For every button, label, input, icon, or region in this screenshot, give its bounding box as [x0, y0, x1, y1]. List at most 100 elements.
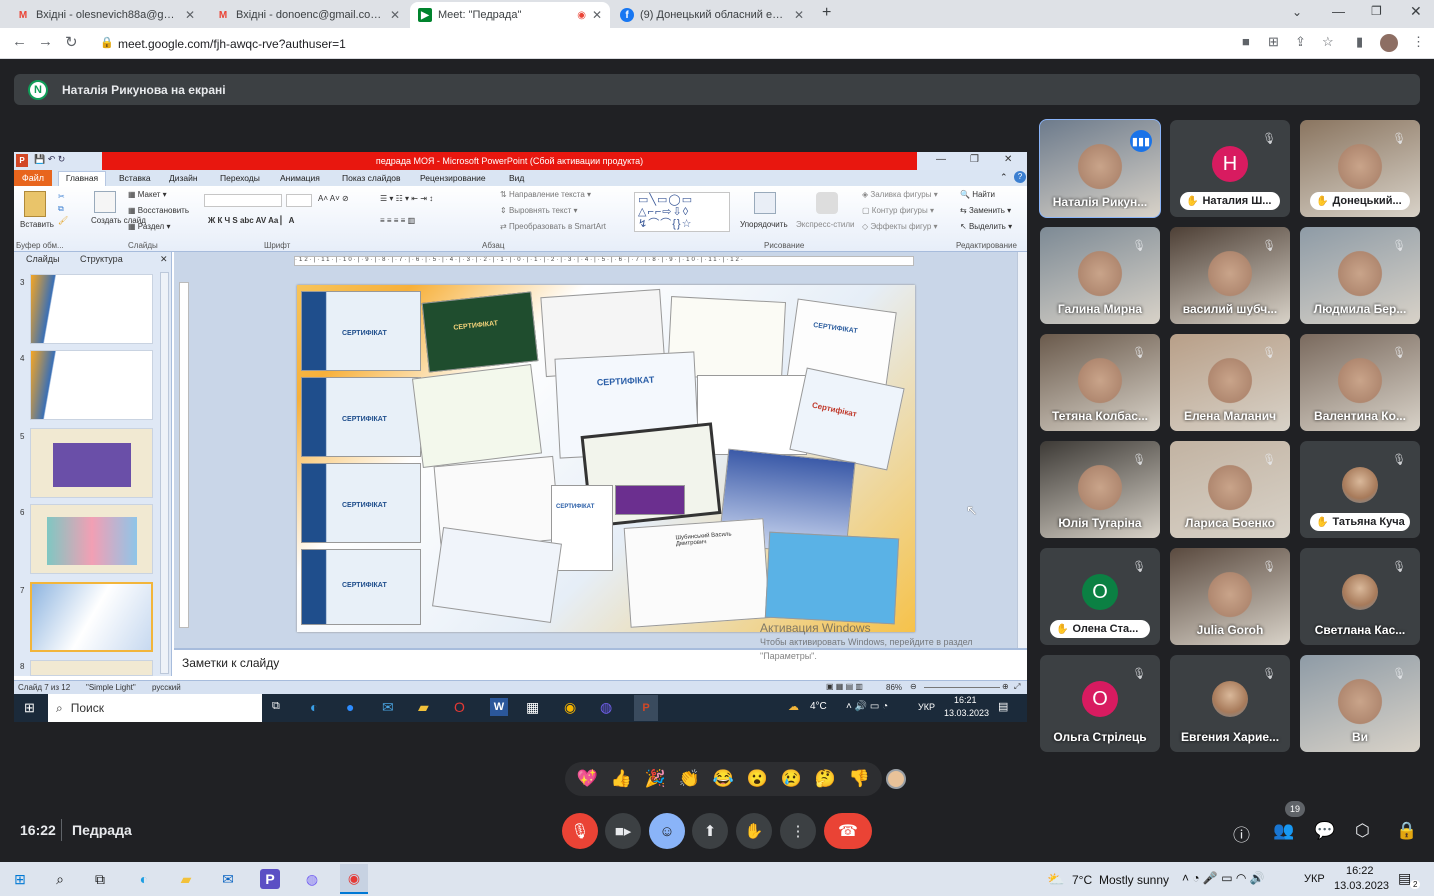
- reload-icon[interactable]: ↻: [65, 33, 78, 51]
- tab-search-icon[interactable]: ⌄: [1292, 5, 1302, 19]
- participant-tile[interactable]: 🎙 Тетяна Колбас...: [1040, 334, 1160, 431]
- edge-icon[interactable]: ◐: [134, 869, 154, 889]
- smartart-button[interactable]: ⇄ Преобразовать в SmartArt: [500, 222, 606, 231]
- tray-icons[interactable]: ˄ 🔊 ▭ ◔: [846, 701, 888, 712]
- new-tab-icon[interactable]: +: [822, 4, 831, 22]
- slide-thumbnail-5[interactable]: [30, 428, 153, 498]
- skin-tone-button[interactable]: [886, 769, 906, 789]
- translate-icon[interactable]: ⊞: [1268, 34, 1279, 50]
- viber-icon[interactable]: ◍: [600, 699, 612, 716]
- reaction-emoji[interactable]: 😂: [709, 765, 738, 794]
- align-buttons[interactable]: ≡ ≡ ≡ ≡ ▥: [380, 216, 415, 225]
- opera-icon[interactable]: O: [454, 699, 465, 715]
- tab-home[interactable]: Главная: [58, 171, 106, 186]
- forward-icon[interactable]: →: [38, 33, 53, 50]
- close-tab-icon[interactable]: ✕: [390, 8, 400, 22]
- search-icon[interactable]: ⌕: [50, 869, 70, 889]
- people-icon[interactable]: 👥: [1273, 821, 1294, 841]
- tray-icons[interactable]: ˄ ◔ 🎤 ▭ ◠ 🔊: [1182, 871, 1265, 885]
- reactions-button[interactable]: ☺: [649, 813, 685, 849]
- address-bar[interactable]: 🔒 meet.google.com/fjh-awqc-rve?authuser=…: [92, 32, 1232, 55]
- minimize-icon[interactable]: —: [1332, 4, 1345, 19]
- browser-tab-gmail-1[interactable]: M Вхідні - olesnevich88a@gmail.co ✕: [8, 2, 203, 28]
- pp-close-icon[interactable]: ✕: [1004, 154, 1012, 165]
- shape-fill-button[interactable]: ◈ Заливка фигуры ▾: [862, 190, 938, 199]
- powerpoint-task-icon[interactable]: P: [634, 695, 658, 721]
- close-window-icon[interactable]: ✕: [1410, 3, 1422, 20]
- participant-tile[interactable]: 🎙 василий шубч...: [1170, 227, 1290, 324]
- zoom-slider[interactable]: [924, 687, 1000, 688]
- participant-tile[interactable]: 🎙 Людмила Бер...: [1300, 227, 1420, 324]
- participant-tile[interactable]: 🎙 ✋ Донецький...: [1300, 120, 1420, 217]
- arrange-button[interactable]: Упорядочить: [740, 220, 788, 229]
- reaction-emoji[interactable]: 👍: [607, 765, 636, 794]
- participant-tile[interactable]: 🎙 Лариса Боенко: [1170, 441, 1290, 538]
- viber-icon[interactable]: ◍: [302, 869, 322, 889]
- reaction-emoji[interactable]: 😢: [777, 765, 806, 794]
- participant-tile[interactable]: 🎙 Юлія Тугаріна: [1040, 441, 1160, 538]
- tab-transitions[interactable]: Переходы: [220, 173, 260, 183]
- profile-avatar[interactable]: [1380, 34, 1398, 52]
- ribbon-collapse-icon[interactable]: ⌃: [1000, 172, 1008, 183]
- shape-effects-button[interactable]: ◇ Эффекты фигур ▾: [862, 222, 938, 231]
- mail-icon[interactable]: ✉: [218, 869, 238, 889]
- align-text-button[interactable]: ⇕ Выровнять текст ▾: [500, 206, 578, 215]
- close-tab-icon[interactable]: ✕: [794, 8, 804, 22]
- windows-start-icon[interactable]: ⊞: [24, 700, 35, 716]
- find-button[interactable]: 🔍 Найти: [960, 190, 995, 199]
- cut-icon[interactable]: ✂: [58, 192, 65, 201]
- quick-styles-icon[interactable]: [816, 192, 838, 214]
- paste-icon[interactable]: [24, 191, 46, 217]
- chrome-icon[interactable]: ◉: [340, 864, 368, 894]
- more-options-button[interactable]: ⋮: [780, 813, 816, 849]
- participant-tile[interactable]: Н 🎙 ✋ Наталия Ш...: [1170, 120, 1290, 217]
- side-panel-icon[interactable]: ▮: [1356, 34, 1363, 50]
- participant-tile[interactable]: 🎙 Валентина Ко...: [1300, 334, 1420, 431]
- font-format-buttons[interactable]: Ж К Ч S abc AV Aa ▏ A: [208, 216, 294, 225]
- slide-thumbnail-8[interactable]: [30, 660, 153, 676]
- close-tab-icon[interactable]: ✕: [592, 8, 602, 22]
- browser-tab-gmail-2[interactable]: M Вхідні - donoenc@gmail.com - G ✕: [208, 2, 408, 28]
- explorer-icon[interactable]: ▰: [176, 869, 196, 889]
- font-size-buttons[interactable]: A˄ A˅ ⊘: [318, 194, 349, 203]
- reaction-emoji[interactable]: 💖: [573, 765, 602, 794]
- participant-tile[interactable]: 🎙 ✋ Татьяна Куча: [1300, 441, 1420, 538]
- participant-tile[interactable]: 🎙 Julia Goroh: [1170, 548, 1290, 645]
- present-button[interactable]: ⬆: [692, 813, 728, 849]
- slide-canvas[interactable]: СЕРТИФІКАТ СЕРТИФІКАТ СЕРТИФІКАТ СЕРТИФІ…: [297, 285, 915, 632]
- task-view-icon[interactable]: ⧉: [90, 869, 110, 889]
- quick-access-icon[interactable]: 💾 ↶ ↻: [34, 154, 65, 165]
- new-slide-icon[interactable]: [94, 191, 116, 213]
- font-size-field[interactable]: [286, 194, 312, 207]
- browser-tab-facebook[interactable]: f (9) Донецький обласний еколо ✕: [612, 2, 812, 28]
- layout-button[interactable]: ▦ Макет ▾: [128, 190, 167, 199]
- tab-slideshow[interactable]: Показ слайдов: [342, 173, 401, 183]
- list-buttons[interactable]: ☰ ▾ ☷ ▾ ⇤ ⇥ ↕: [380, 194, 433, 203]
- tab-insert[interactable]: Вставка: [119, 173, 151, 183]
- zoom-out-icon[interactable]: ⊖: [910, 682, 917, 691]
- section-button[interactable]: ▦ Раздел ▾: [128, 222, 170, 231]
- explorer-icon[interactable]: ▰: [418, 699, 429, 716]
- text-direction-button[interactable]: ⇅ Направление текста ▾: [500, 190, 591, 199]
- info-icon[interactable]: ⓘ: [1233, 821, 1250, 846]
- mic-off-button[interactable]: 🎙: [562, 813, 598, 849]
- word-icon[interactable]: W: [490, 698, 508, 716]
- slide-thumbnail-4[interactable]: [30, 350, 153, 420]
- tab-file[interactable]: Файл: [14, 170, 52, 186]
- app-p-icon[interactable]: P: [260, 869, 280, 889]
- panel-scrollbar[interactable]: [160, 272, 169, 674]
- participant-tile[interactable]: 🎙 Евгения Харие...: [1170, 655, 1290, 752]
- participant-tile[interactable]: О 🎙 Ольга Стрілець: [1040, 655, 1160, 752]
- camera-button[interactable]: ■▸: [605, 813, 641, 849]
- slide-thumbnail-6[interactable]: [30, 504, 153, 574]
- browser-tab-meet[interactable]: ▶ Meet: "Педрада" ◉ ✕: [410, 2, 610, 28]
- pp-minimize-icon[interactable]: —: [936, 154, 946, 165]
- slides-tab[interactable]: Слайды: [26, 254, 60, 264]
- shapes-gallery[interactable]: ▭╲▭◯▭ △⌐⌐⇨⇩◊ ↯⌒⌒{}☆: [634, 192, 730, 232]
- windows-start-icon[interactable]: ⊞: [10, 869, 30, 889]
- close-panel-icon[interactable]: ✕: [160, 254, 168, 265]
- arrange-icon[interactable]: [754, 192, 776, 214]
- participant-tile[interactable]: 🎙 Ви: [1300, 655, 1420, 752]
- replace-button[interactable]: ⇆ Заменить ▾: [960, 206, 1011, 215]
- paste-button[interactable]: Вставить: [20, 220, 54, 229]
